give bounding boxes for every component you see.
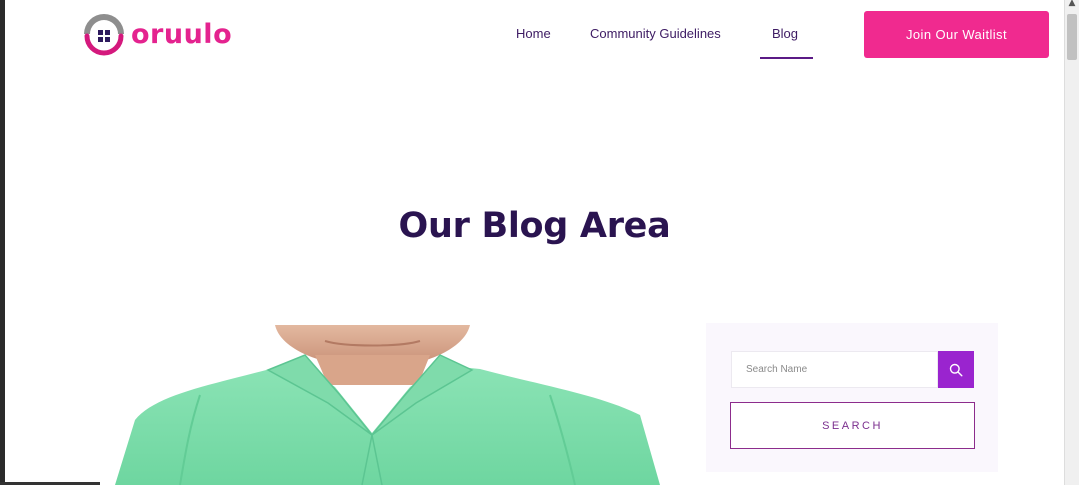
brand-logo[interactable]: oruulo [82,12,232,56]
join-waitlist-button[interactable]: Join Our Waitlist [864,11,1049,58]
page-title: Our Blog Area [398,206,671,246]
search-icon [949,363,963,377]
blog-post-image[interactable] [100,325,690,485]
brand-name: oruulo [131,18,233,50]
person-in-green-shirt-photo [115,325,660,485]
blog-sidebar [706,323,998,472]
nav-community-guidelines-link[interactable]: Community Guidelines [590,26,721,41]
search-name-input[interactable] [731,351,938,388]
house-logo-icon [82,12,126,56]
scrollbar-thumb[interactable] [1067,14,1077,60]
scroll-up-arrow-icon[interactable]: ▲ [1065,0,1079,8]
nav-home-link[interactable]: Home [516,26,551,41]
nav-blog-link[interactable]: Blog [772,26,798,41]
search-icon-button[interactable] [938,351,974,388]
search-button[interactable]: SEARCH [730,402,975,449]
nav-active-underline [760,57,813,59]
